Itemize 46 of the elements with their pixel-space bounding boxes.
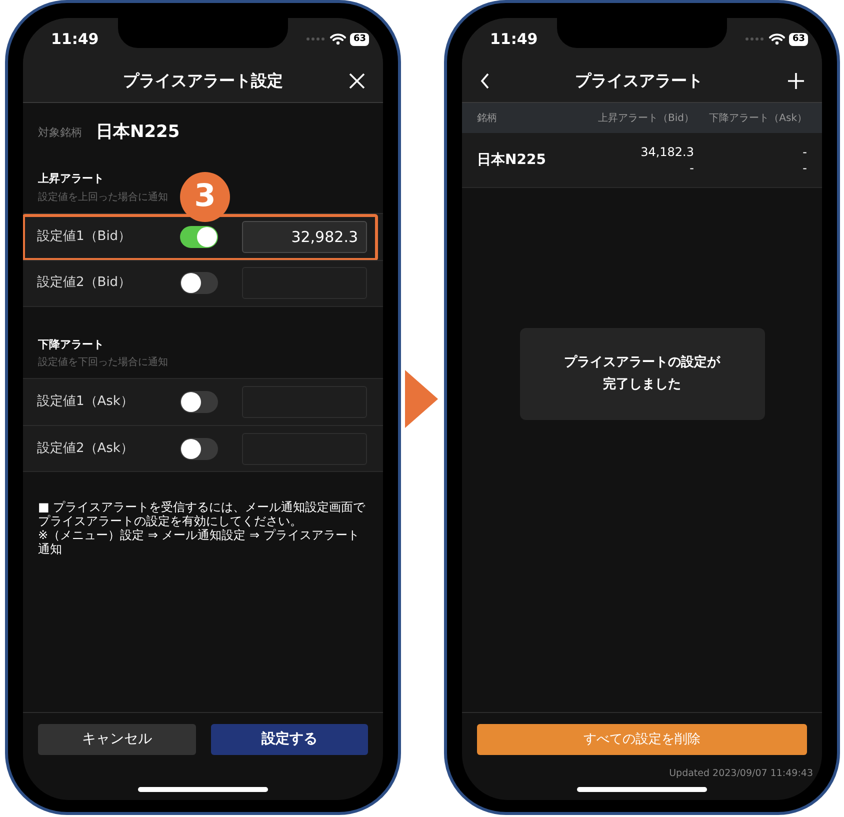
- toggle-switch[interactable]: [180, 272, 218, 294]
- table-row[interactable]: 日本N225 34,182.3 - - -: [462, 133, 822, 188]
- table-cell-text: -: [802, 144, 807, 160]
- row-label: 設定値2（Ask）: [37, 440, 134, 458]
- table-cell-text: -: [802, 160, 807, 176]
- note-text: ※（メニュー）設定 ⇒ メール通知設定 ⇒ プライスアラート通知: [38, 528, 360, 556]
- arrow-icon: [405, 370, 438, 428]
- row-label: 設定値1（Bid）: [37, 228, 132, 246]
- signal-icon: [745, 37, 766, 41]
- status-time: 11:49: [490, 28, 538, 50]
- close-icon[interactable]: [349, 73, 365, 89]
- toast-text: 完了しました: [603, 376, 681, 394]
- screen-title: プライスアラート設定: [123, 70, 283, 92]
- section-title: 下降アラート: [38, 336, 105, 352]
- note-text: ■ プライスアラートを受信するには、メール通知設定画面でプライスアラートの設定を有効にしてください。: [38, 500, 366, 528]
- field-label: 対象銘柄: [38, 124, 82, 141]
- toggle-switch[interactable]: [180, 226, 218, 248]
- cancel-button[interactable]: キャンセル: [38, 724, 196, 755]
- column-header: 下降アラート（Ask）: [708, 112, 807, 126]
- signal-icon: [306, 37, 326, 41]
- toggle-switch[interactable]: [180, 391, 218, 413]
- section-title: 上昇アラート: [38, 171, 105, 187]
- table-cell-text: -: [688, 160, 694, 176]
- column-header: 上昇アラート（Bid）: [597, 112, 694, 126]
- section-subtitle: 設定値を下回った場合に通知: [38, 356, 168, 370]
- row-label: 設定値2（Bid）: [37, 274, 132, 292]
- toggle-switch[interactable]: [180, 438, 218, 460]
- step-badge: 3: [180, 172, 230, 222]
- symbol-name: 日本N225: [477, 150, 547, 170]
- wifi-icon: [769, 33, 786, 45]
- confirm-button[interactable]: 設定する: [210, 724, 368, 755]
- row-label: 設定値1（Ask）: [37, 393, 134, 412]
- battery-level: 63: [789, 32, 808, 46]
- battery-level: 63: [350, 32, 369, 46]
- screen-title: プライスアラート: [575, 70, 703, 92]
- wifi-icon: [330, 33, 346, 45]
- status-time: 11:49: [51, 28, 99, 50]
- back-icon[interactable]: [480, 73, 490, 89]
- updated-time: Updated 2023/09/07 11:49:43: [668, 767, 813, 781]
- toast-text: プライスアラートの設定が: [564, 354, 720, 372]
- symbol-name: 日本N225: [96, 121, 180, 144]
- column-header: 銘柄: [477, 112, 498, 126]
- add-icon[interactable]: [788, 73, 804, 89]
- value-field[interactable]: 32,982.3: [242, 220, 367, 252]
- section-subtitle: 設定値を上回った場合に通知: [38, 190, 168, 204]
- table-cell-text: 34,182.3: [640, 144, 694, 160]
